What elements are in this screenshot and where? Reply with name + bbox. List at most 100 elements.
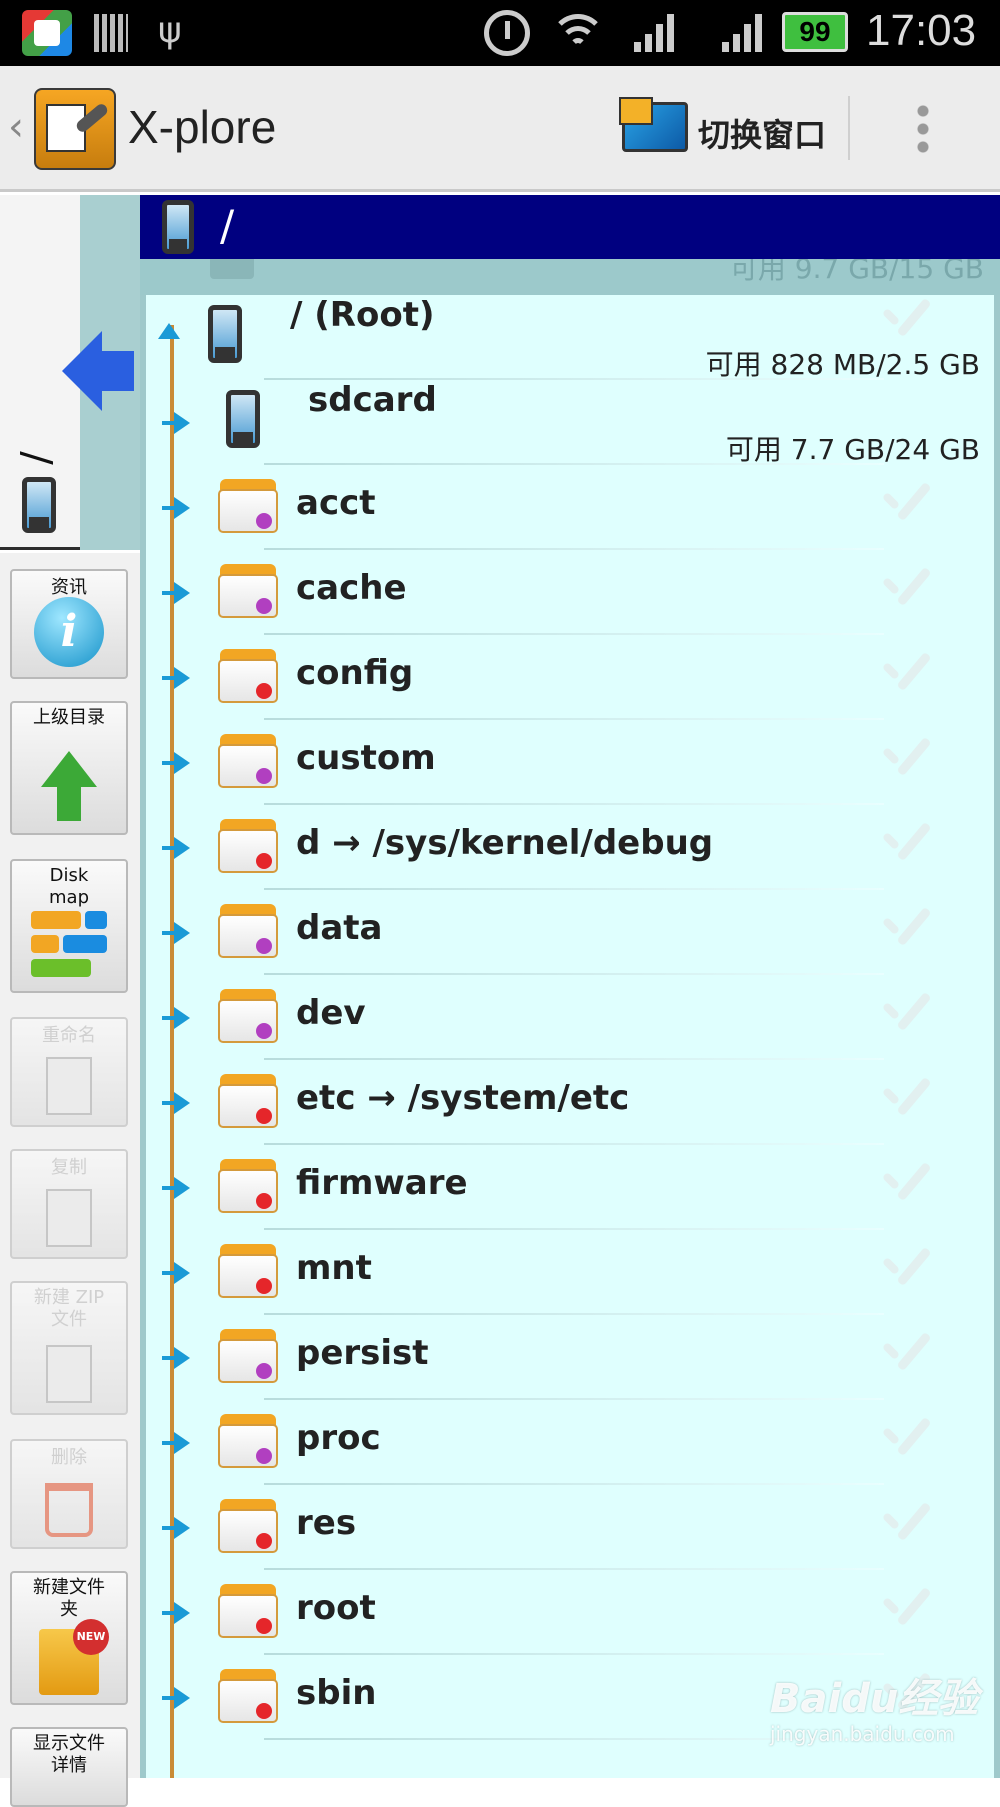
folder-icon: [218, 1159, 278, 1213]
folder-badge-dot: [256, 1703, 272, 1719]
left-pane-path: /: [13, 451, 60, 465]
expand-arrow-icon[interactable]: [162, 1432, 190, 1454]
folder-row[interactable]: persist: [146, 1315, 994, 1400]
path-bar[interactable]: /: [140, 195, 1000, 259]
overflow-menu-icon[interactable]: [916, 102, 930, 156]
check-icon[interactable]: [882, 827, 930, 859]
folder-badge-dot: [256, 598, 272, 614]
expand-arrow-icon[interactable]: [162, 1092, 190, 1114]
expand-arrow-icon[interactable]: [162, 1347, 190, 1369]
folder-name: dev: [296, 993, 366, 1033]
folder-row[interactable]: dev: [146, 975, 994, 1060]
signal-icon-2: [722, 12, 772, 52]
expand-arrow-icon[interactable]: [162, 922, 190, 944]
expand-arrow-icon[interactable]: [162, 752, 190, 774]
folder-row[interactable]: acct: [146, 465, 994, 550]
folder-row[interactable]: data: [146, 890, 994, 975]
check-icon[interactable]: [882, 1677, 930, 1709]
expand-arrow-icon[interactable]: [162, 1177, 190, 1199]
disk-row-root[interactable]: / (Root) 可用 828 MB/2.5 GB: [146, 295, 994, 381]
check-icon[interactable]: [882, 1507, 930, 1539]
parent-folder-button[interactable]: 上级目录: [10, 701, 128, 835]
expand-arrow-icon[interactable]: [162, 837, 190, 859]
folder-row[interactable]: mnt: [146, 1230, 994, 1315]
back-chevron-icon[interactable]: ‹: [8, 104, 24, 150]
folder-name: persist: [296, 1333, 429, 1373]
folder-row[interactable]: etc → /system/etc: [146, 1060, 994, 1145]
check-icon[interactable]: [882, 303, 930, 335]
expand-arrow-icon[interactable]: [162, 667, 190, 689]
folder-badge-dot: [256, 683, 272, 699]
folder-name: acct: [296, 483, 376, 523]
collapse-arrow-icon[interactable]: [158, 323, 180, 339]
folder-row[interactable]: root: [146, 1570, 994, 1655]
app-title: X-plore: [128, 101, 277, 153]
check-icon[interactable]: [882, 1082, 930, 1114]
folder-icon: [218, 1074, 278, 1128]
folder-row[interactable]: proc: [146, 1400, 994, 1485]
show-details-button[interactable]: 显示文件详情: [10, 1727, 128, 1807]
folder-badge-dot: [256, 1533, 272, 1549]
check-icon[interactable]: [882, 1252, 930, 1284]
signal-icon: [634, 12, 684, 52]
folder-icon: [218, 649, 278, 703]
storage-free: 可用 9.7 GB/15 GB: [729, 259, 984, 285]
action-bar: ‹ X-plore 切换窗口: [0, 66, 1000, 192]
expand-arrow-icon[interactable]: [162, 1262, 190, 1284]
expand-arrow-icon[interactable]: [162, 1517, 190, 1539]
folder-badge-dot: [256, 1363, 272, 1379]
expand-arrow-icon[interactable]: [162, 497, 190, 519]
folder-row[interactable]: custom: [146, 720, 994, 805]
file-list[interactable]: / (Root) 可用 828 MB/2.5 GB sdcard 可用 7.7 …: [140, 295, 1000, 1778]
check-icon[interactable]: [882, 1167, 930, 1199]
folder-name: root: [296, 1588, 376, 1628]
info-button[interactable]: 资讯 i: [10, 569, 128, 679]
expand-arrow-icon[interactable]: [162, 1687, 190, 1709]
folder-badge-dot: [256, 1448, 272, 1464]
divider: [848, 96, 850, 160]
check-icon[interactable]: [882, 742, 930, 774]
expand-arrow-icon[interactable]: [162, 1007, 190, 1029]
wifi-icon: [548, 8, 608, 58]
disk-map-button[interactable]: Disk map: [10, 859, 128, 993]
folder-row[interactable]: res: [146, 1485, 994, 1570]
check-icon[interactable]: [882, 487, 930, 519]
copy-button[interactable]: 复制: [10, 1149, 128, 1259]
folder-name: sbin: [296, 1673, 377, 1713]
back-arrow-icon[interactable]: [62, 331, 134, 413]
expand-arrow-icon[interactable]: [162, 1602, 190, 1624]
check-icon[interactable]: [882, 1337, 930, 1369]
folder-row[interactable]: sbin: [146, 1655, 994, 1740]
left-pane-tab[interactable]: /: [0, 195, 140, 550]
current-path: /: [220, 201, 235, 250]
folder-row[interactable]: firmware: [146, 1145, 994, 1230]
switch-window-button[interactable]: 切换窗口: [698, 110, 826, 156]
check-icon[interactable]: [882, 912, 930, 944]
folder-badge-dot: [256, 1108, 272, 1124]
check-icon[interactable]: [882, 1422, 930, 1454]
folder-name: mnt: [296, 1248, 372, 1288]
app-logo-icon[interactable]: [34, 88, 116, 170]
device-icon: [162, 200, 194, 254]
folder-row[interactable]: d → /sys/kernel/debug: [146, 805, 994, 890]
check-icon[interactable]: [882, 572, 930, 604]
folder-icon: [218, 1584, 278, 1638]
delete-button[interactable]: 删除: [10, 1439, 128, 1549]
expand-arrow-icon[interactable]: [162, 582, 190, 604]
zip-icon: [46, 1345, 92, 1403]
check-icon[interactable]: [882, 657, 930, 689]
folder-row[interactable]: cache: [146, 550, 994, 635]
folder-row[interactable]: config: [146, 635, 994, 720]
new-zip-button[interactable]: 新建 ZIP 文件: [10, 1281, 128, 1415]
phone-icon: [208, 305, 242, 363]
rename-button[interactable]: 重命名: [10, 1017, 128, 1127]
info-icon: i: [34, 597, 104, 667]
new-folder-button[interactable]: 新建文件夹: [10, 1571, 128, 1705]
expand-arrow-icon[interactable]: [162, 412, 190, 434]
switch-window-icon[interactable]: [619, 97, 688, 152]
folder-name: res: [296, 1503, 357, 1543]
check-icon[interactable]: [882, 997, 930, 1029]
disk-row-sdcard[interactable]: sdcard 可用 7.7 GB/24 GB: [146, 380, 994, 466]
folder-icon: [218, 1499, 278, 1553]
check-icon[interactable]: [882, 1592, 930, 1624]
